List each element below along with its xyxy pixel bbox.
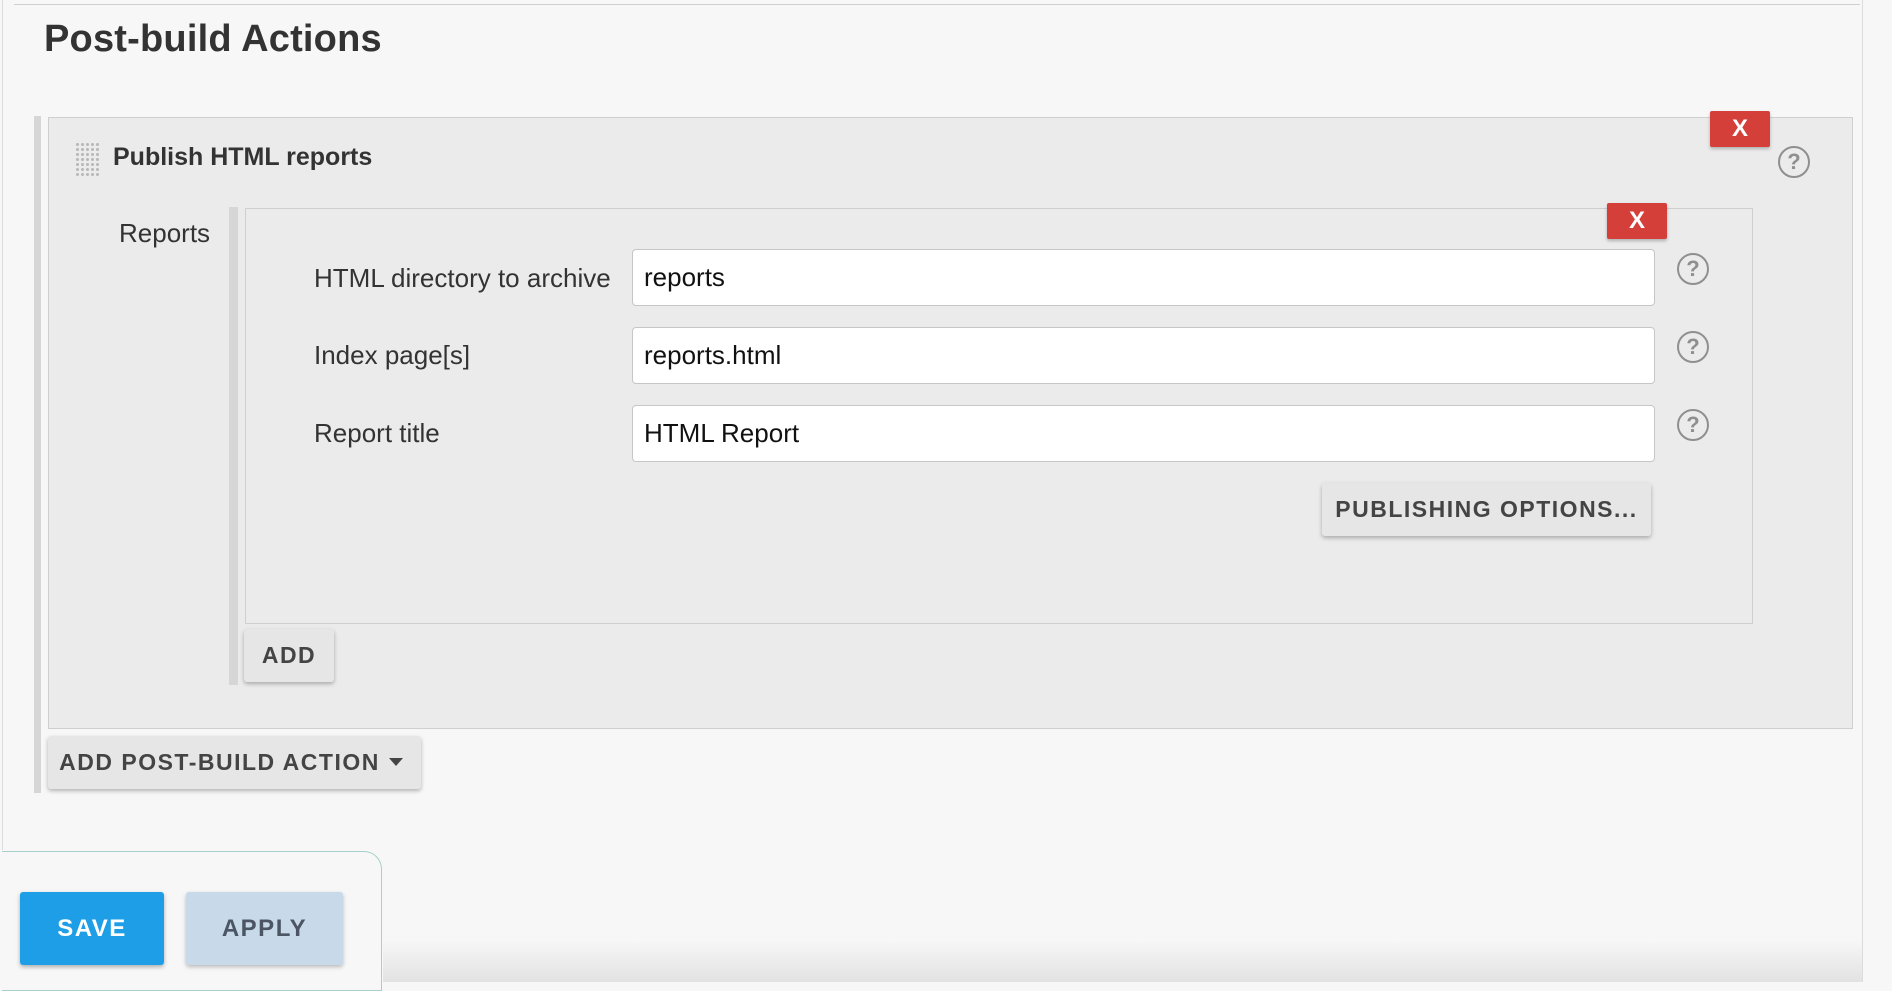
left-border: [2, 0, 3, 850]
add-post-build-action-button[interactable]: ADD POST-BUILD ACTION: [48, 736, 421, 789]
html-directory-input[interactable]: [632, 249, 1655, 306]
caret-down-icon: [389, 758, 403, 766]
reports-bar: [229, 207, 238, 685]
section-title: Post-build Actions: [44, 18, 382, 60]
add-report-button[interactable]: ADD: [244, 629, 334, 682]
footer-shadow: [383, 940, 1862, 982]
publisher-title: Publish HTML reports: [113, 143, 373, 171]
report-title-label: Report title: [314, 418, 440, 448]
html-directory-label: HTML directory to archive: [314, 263, 611, 293]
delete-publisher-button[interactable]: X: [1710, 111, 1770, 147]
reports-label: Reports: [119, 218, 211, 248]
publishing-options-button[interactable]: PUBLISHING OPTIONS...: [1322, 483, 1651, 536]
index-pages-label: Index page[s]: [314, 340, 471, 370]
save-button[interactable]: SAVE: [20, 892, 164, 965]
top-divider: [14, 4, 1860, 5]
report-title-help-icon[interactable]: ?: [1677, 409, 1709, 441]
drag-handle-icon[interactable]: [75, 142, 99, 176]
index-pages-help-icon[interactable]: ?: [1677, 331, 1709, 363]
right-border: [1862, 0, 1863, 982]
add-post-build-action-label: ADD POST-BUILD ACTION: [59, 749, 380, 775]
post-build-section-bar: [34, 116, 41, 793]
report-title-input[interactable]: [632, 405, 1655, 462]
index-pages-input[interactable]: [632, 327, 1655, 384]
html-directory-help-icon[interactable]: ?: [1677, 253, 1709, 285]
apply-button[interactable]: APPLY: [186, 892, 343, 965]
delete-report-button[interactable]: X: [1607, 203, 1667, 239]
publisher-help-icon[interactable]: ?: [1778, 146, 1810, 178]
